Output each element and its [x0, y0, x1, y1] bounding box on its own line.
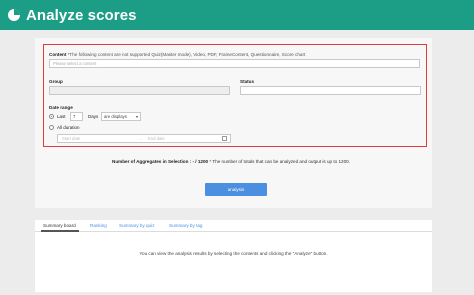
page-title: Analyze scores: [26, 6, 137, 24]
content-note: *The following content are not supported…: [67, 52, 306, 57]
display-select[interactable]: are displays ▾: [101, 112, 141, 121]
all-duration-label: All duration: [57, 125, 80, 130]
days-label: Days: [88, 114, 99, 119]
active-tab-indicator: [41, 230, 79, 232]
content-label: Content *The following content are not s…: [49, 52, 306, 57]
date-range-label: Date range: [49, 105, 73, 110]
chevron-down-icon: ▾: [135, 114, 138, 119]
tab-summary-board[interactable]: Summary board: [43, 223, 76, 228]
group-label: Group: [49, 79, 63, 84]
last-days-radio[interactable]: [49, 114, 54, 119]
status-select[interactable]: [240, 86, 421, 95]
start-date-placeholder: Start date: [62, 136, 81, 141]
content-select[interactable]: Please select a content: [49, 59, 420, 68]
empty-results-message: You can view the analysis results by sel…: [139, 251, 328, 256]
app-header: Analyze scores: [0, 0, 474, 30]
all-duration-radio[interactable]: [49, 125, 54, 130]
group-select[interactable]: [49, 86, 230, 95]
last-days-input[interactable]: 7: [70, 112, 83, 121]
aggregates-label: Number of Aggregates in Selection : - / …: [112, 159, 209, 164]
last-label: Last: [57, 114, 66, 119]
pie-chart-icon: [7, 8, 21, 22]
date-arrow: →: [138, 136, 143, 141]
status-label: Status: [240, 79, 255, 84]
aggregates-note: * The number of totals that can be analy…: [209, 159, 350, 164]
date-range-input[interactable]: Start date → End date: [57, 134, 231, 143]
tab-summary-by-tag[interactable]: Summary by tag: [169, 223, 202, 228]
tab-ranking[interactable]: Ranking: [90, 223, 107, 228]
end-date-placeholder: End date: [148, 136, 165, 141]
analysis-button[interactable]: analysis: [205, 183, 267, 196]
aggregates-info: Number of Aggregates in Selection : - / …: [112, 159, 350, 164]
calendar-icon: [222, 136, 227, 141]
tab-summary-by-quiz[interactable]: Summary by quiz: [119, 223, 155, 228]
tab-divider: [35, 231, 432, 232]
